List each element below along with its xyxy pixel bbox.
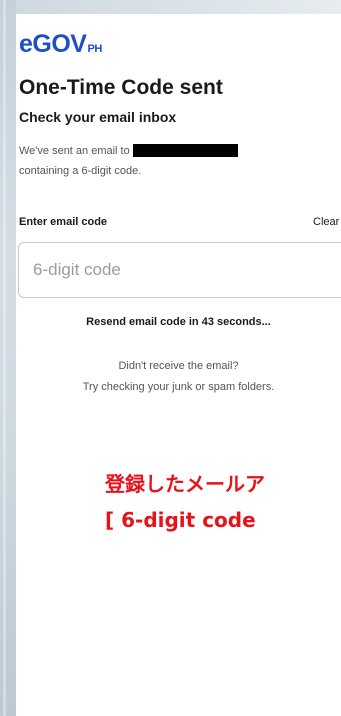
redacted-email	[132, 144, 238, 157]
info-text: We've sent an email to	[19, 144, 130, 157]
email-code-label: Enter email code	[19, 216, 108, 228]
resend-code-text: Resend email code in 43 seconds...	[86, 316, 271, 328]
logo-sub: PH	[87, 43, 102, 55]
email-code-input[interactable]	[18, 242, 341, 298]
page-subtitle: Check your email inbox	[19, 109, 177, 125]
background-strip	[0, 0, 16, 716]
help-text-line2: Try checking your junk or spam folders.	[82, 381, 275, 393]
logo-main: eGOV	[19, 30, 87, 58]
egov-logo: eGOV PH	[19, 31, 102, 57]
clear-button[interactable]: Clear	[313, 216, 341, 228]
annotation-line1: 登録したメールア	[105, 472, 265, 496]
help-text-line1: Didn't receive the email?	[118, 360, 239, 372]
page-title: One-Time Code sent	[19, 76, 223, 99]
info-text-line1: We've sent an email to	[19, 144, 238, 157]
annotation-line2: [ 6-digit code	[105, 508, 256, 532]
background-top	[0, 0, 341, 14]
info-text-line2: containing a 6-digit code.	[19, 165, 142, 177]
